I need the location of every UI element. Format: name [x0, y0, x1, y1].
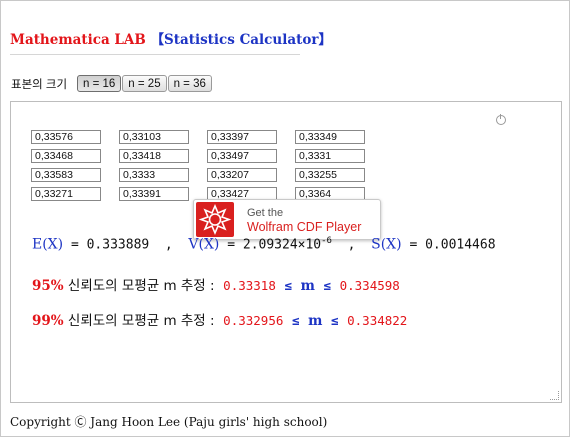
sample-value-input[interactable] — [31, 168, 101, 182]
ci99-lower: 0.332956 — [223, 313, 284, 328]
variance-value: = 2.09324×10 — [227, 237, 322, 253]
ci95-percent: 95% — [32, 278, 64, 294]
std-dev-label: S(X) — [371, 236, 402, 253]
sample-value-input[interactable] — [207, 130, 277, 144]
ci99-text: 신뢰도의 모평균 m 추정 : — [67, 313, 215, 329]
calculator-panel: Get the Wolfram CDF Player E(X) = 0.3338… — [10, 101, 562, 403]
sample-size-option-36[interactable]: n = 36 — [167, 75, 212, 92]
ci95-mean-symbol: m — [300, 278, 315, 294]
cdf-badge-line1: Get the — [247, 207, 284, 219]
statistics-summary: E(X) = 0.333889 , V(X) = 2.09324×10-6 , … — [32, 236, 496, 253]
power-icon[interactable] — [496, 114, 506, 125]
copyright-footer: Copyright Ⓒ Jang Hoon Lee (Paju girls' h… — [10, 415, 328, 429]
sample-value-input[interactable] — [295, 168, 365, 182]
ci95-le-left: ≤ — [284, 278, 292, 293]
wolfram-spikey-icon — [196, 202, 234, 237]
sample-value-input[interactable] — [31, 149, 101, 163]
title-statistics-calculator: 【Statistics Calculator】 — [150, 32, 332, 48]
resize-grip-icon[interactable] — [550, 391, 559, 400]
ci99-le-right: ≤ — [331, 313, 339, 328]
sample-value-input[interactable] — [31, 130, 101, 144]
ci99-upper: 0.334822 — [347, 313, 408, 328]
variance-exponent: -6 — [321, 236, 332, 246]
ci95-text: 신뢰도의 모평균 m 추정 : — [67, 278, 215, 294]
sample-size-label: 표본의 크기 — [11, 79, 68, 91]
sample-value-input[interactable] — [295, 149, 365, 163]
sample-size-selector: n = 16 n = 25 n = 36 — [77, 75, 213, 92]
sample-value-input[interactable] — [207, 149, 277, 163]
confidence-interval-99: 99% 신뢰도의 모평균 m 추정 : 0.332956 ≤ m ≤ 0.334… — [32, 309, 407, 329]
sample-value-input[interactable] — [119, 187, 189, 201]
ci95-le-right: ≤ — [323, 278, 331, 293]
expectation-label: E(X) — [32, 236, 64, 253]
sample-value-input[interactable] — [31, 187, 101, 201]
page-title: Mathematica LAB 【Statistics Calculator】 — [10, 28, 332, 48]
sample-size-option-16[interactable]: n = 16 — [77, 75, 122, 92]
cdf-player-badge[interactable]: Get the Wolfram CDF Player — [193, 199, 381, 240]
sample-value-input[interactable] — [207, 168, 277, 182]
cdf-badge-line2: Wolfram CDF Player — [247, 220, 362, 234]
ci95-upper: 0.334598 — [339, 278, 400, 293]
confidence-interval-95: 95% 신뢰도의 모평균 m 추정 : 0.33318 ≤ m ≤ 0.3345… — [32, 274, 400, 294]
ci99-mean-symbol: m — [308, 313, 323, 329]
sample-value-input[interactable] — [119, 130, 189, 144]
title-divider — [10, 54, 300, 55]
page-frame: Mathematica LAB 【Statistics Calculator】 … — [0, 0, 570, 437]
ci99-percent: 99% — [32, 313, 64, 329]
expectation-value: = 0.333889 — [70, 237, 150, 253]
std-dev-value: = 0.0014468 — [409, 237, 496, 253]
title-mathematica-lab: Mathematica LAB — [10, 32, 146, 48]
ci95-lower: 0.33318 — [223, 278, 276, 293]
sample-values-grid — [31, 130, 383, 201]
variance-label: V(X) — [188, 236, 220, 253]
ci99-le-left: ≤ — [291, 313, 300, 328]
sample-value-input[interactable] — [119, 149, 189, 163]
sample-value-input[interactable] — [295, 130, 365, 144]
sample-size-option-25[interactable]: n = 25 — [122, 75, 167, 92]
sample-value-input[interactable] — [119, 168, 189, 182]
